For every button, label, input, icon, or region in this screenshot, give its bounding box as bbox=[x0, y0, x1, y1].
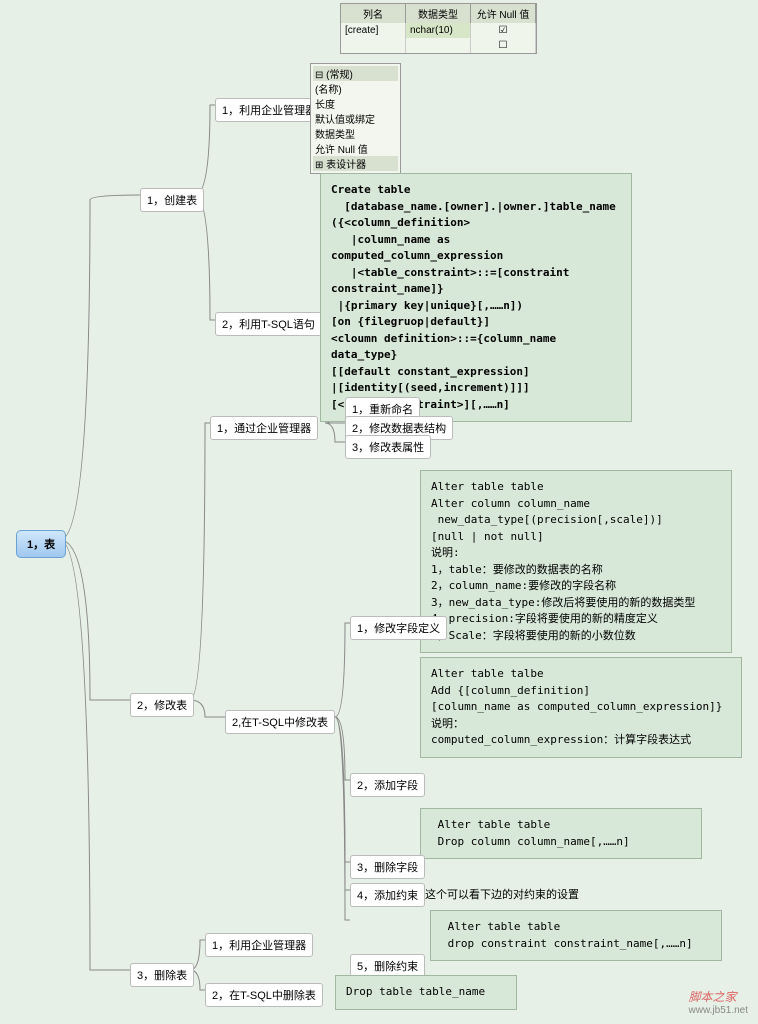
watermark-url: www.jb51.net bbox=[689, 1005, 748, 1016]
code-alter-column: Alter table table Alter column column_na… bbox=[420, 470, 732, 653]
code-add-column: Alter table talbe Add {[column_definitio… bbox=[420, 657, 742, 758]
node-add-constraint[interactable]: 4，添加约束 bbox=[350, 883, 425, 907]
designer-table: 列名 数据类型 允许 Null 值 [create] nchar(10) ☑ ☐ bbox=[340, 3, 537, 54]
node-alter-attr[interactable]: 3，修改表属性 bbox=[345, 435, 431, 459]
node-alter-tsql[interactable]: 2,在T-SQL中修改表 bbox=[225, 710, 335, 734]
props-header2: 表设计器 bbox=[326, 160, 366, 171]
td-null: ☑ bbox=[471, 23, 536, 38]
node-drop-tsql[interactable]: 2，在T-SQL中删除表 bbox=[205, 983, 323, 1007]
th-colname: 列名 bbox=[341, 4, 406, 23]
node-create-tsql[interactable]: 2，利用T-SQL语句 bbox=[215, 312, 322, 336]
node-create-em[interactable]: 1，利用企业管理器 bbox=[215, 98, 323, 122]
root-node[interactable]: 1，表 bbox=[16, 530, 66, 558]
td-datatype: nchar(10) bbox=[406, 23, 471, 38]
code-drop-table: Drop table table_name bbox=[335, 975, 517, 1010]
properties-panel: ⊟ (常规) (名称) 长度 默认值或绑定 数据类型 允许 Null 值 ⊞ 表… bbox=[310, 63, 401, 174]
node-drop-table[interactable]: 3，删除表 bbox=[130, 963, 194, 987]
code-drop-constraint: Alter table table drop constraint constr… bbox=[430, 910, 722, 961]
node-alter-em[interactable]: 1，通过企业管理器 bbox=[210, 416, 318, 440]
th-null: 允许 Null 值 bbox=[471, 4, 536, 23]
code-create-table: Create table [database_name.[owner].|own… bbox=[320, 173, 632, 422]
prop-item: 允许 Null 值 bbox=[313, 141, 398, 156]
node-drop-em[interactable]: 1，利用企业管理器 bbox=[205, 933, 313, 957]
note-constraint: 这个可以看下边的对约束的设置 bbox=[425, 886, 579, 902]
node-drop-field[interactable]: 3，删除字段 bbox=[350, 855, 425, 879]
props-header: (常规) bbox=[326, 70, 353, 81]
th-datatype: 数据类型 bbox=[406, 4, 471, 23]
node-alter-table[interactable]: 2，修改表 bbox=[130, 693, 194, 717]
node-add-field[interactable]: 2，添加字段 bbox=[350, 773, 425, 797]
node-create-table[interactable]: 1，创建表 bbox=[140, 188, 204, 212]
prop-item: (名称) bbox=[313, 81, 398, 96]
node-alter-field[interactable]: 1，修改字段定义 bbox=[350, 616, 447, 640]
td-colname: [create] bbox=[341, 23, 406, 38]
prop-item: 数据类型 bbox=[313, 126, 398, 141]
prop-item: 默认值或绑定 bbox=[313, 111, 398, 126]
watermark-name: 脚本之家 bbox=[689, 990, 737, 1004]
code-drop-column: Alter table table Drop column column_nam… bbox=[420, 808, 702, 859]
prop-item: 长度 bbox=[313, 96, 398, 111]
watermark: 脚本之家 www.jb51.net bbox=[689, 988, 748, 1016]
